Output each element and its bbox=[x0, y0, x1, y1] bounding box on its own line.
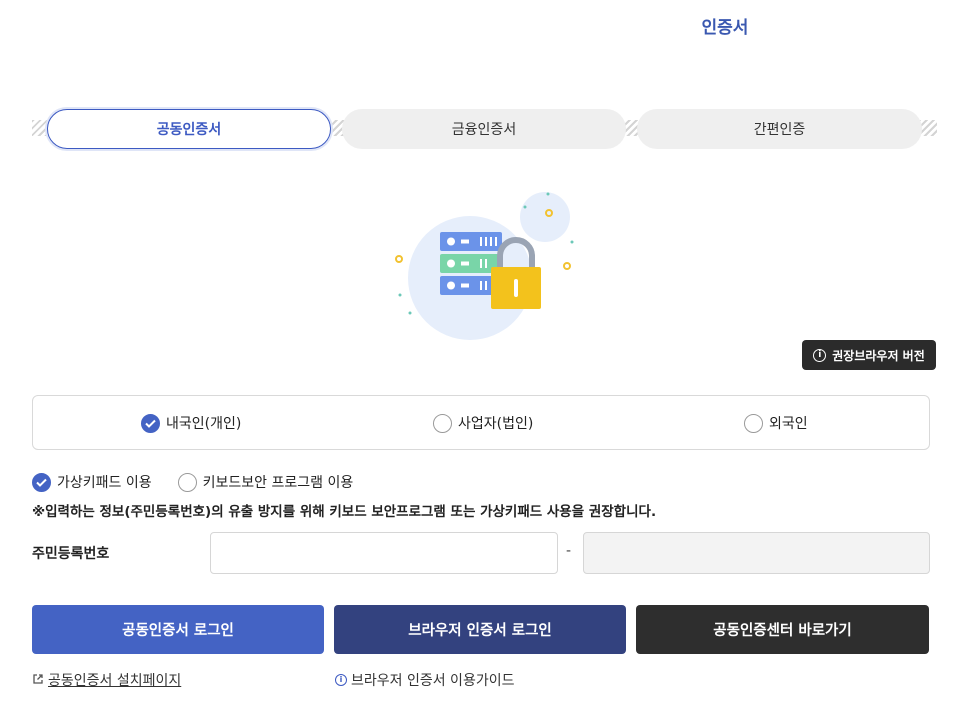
radio-icon bbox=[744, 413, 763, 433]
tab-financial-cert[interactable]: 금융인증서 bbox=[342, 109, 626, 149]
install-page-label: 공동인증서 설치페이지 bbox=[48, 673, 182, 689]
resident-number-label: 주민등록번호 bbox=[32, 546, 110, 562]
keyboard-security-option[interactable]: 키보드보안 프로그램 이용 bbox=[177, 472, 354, 492]
user-type-label: 사업자(법인) bbox=[458, 416, 534, 432]
check-icon bbox=[141, 413, 160, 433]
virtual-keypad-option[interactable]: 가상키패드 이용 bbox=[32, 472, 152, 492]
input-method-options: 가상키패드 이용 키보드보안 프로그램 이용 bbox=[32, 472, 353, 492]
user-type-label: 외국인 bbox=[769, 416, 808, 432]
tab-simple-auth[interactable]: 간편인증 bbox=[637, 109, 922, 149]
resident-number-first-input[interactable] bbox=[210, 532, 558, 574]
user-type-selector: 내국인(개인) 사업자(법인) 외국인 bbox=[32, 395, 930, 450]
info-icon: i bbox=[813, 348, 827, 362]
browser-cert-login-button[interactable]: 브라우저 인증서 로그인 bbox=[334, 605, 626, 654]
tab-joint-cert[interactable]: 공동인증서 bbox=[47, 109, 331, 149]
external-link-icon bbox=[32, 673, 44, 688]
virtual-keypad-label: 가상키패드 이용 bbox=[57, 475, 152, 491]
cert-tabs: 공동인증서 금융인증서 간편인증 bbox=[32, 108, 937, 150]
recommended-browser-button[interactable]: i 권장브라우저 버전 bbox=[802, 340, 936, 370]
user-type-business[interactable]: 사업자(법인) bbox=[433, 413, 533, 433]
info-icon: i bbox=[335, 674, 347, 686]
check-icon bbox=[32, 472, 51, 492]
resident-number-separator: - bbox=[566, 543, 572, 559]
browser-guide-link[interactable]: i 브라우저 인증서 이용가이드 bbox=[335, 670, 514, 690]
resident-number-second-input[interactable] bbox=[583, 532, 930, 574]
keyboard-security-label: 키보드보안 프로그램 이용 bbox=[202, 475, 354, 491]
user-type-label: 내국인(개인) bbox=[166, 416, 242, 432]
radio-icon bbox=[433, 413, 452, 433]
user-type-foreigner[interactable]: 외국인 bbox=[744, 413, 808, 433]
user-type-domestic[interactable]: 내국인(개인) bbox=[141, 413, 241, 433]
cert-center-link-button[interactable]: 공동인증센터 바로가기 bbox=[636, 605, 929, 654]
page-title: 인증서 bbox=[701, 18, 749, 38]
install-page-link[interactable]: 공동인증서 설치페이지 bbox=[32, 670, 181, 690]
recommended-browser-label: 권장브라우저 버전 bbox=[832, 348, 925, 363]
server-lock-illustration bbox=[385, 185, 585, 340]
joint-cert-login-button[interactable]: 공동인증서 로그인 bbox=[32, 605, 324, 654]
browser-guide-label: 브라우저 인증서 이용가이드 bbox=[351, 673, 515, 689]
security-notice: ※입력하는 정보(주민등록번호)의 유출 방지를 위해 키보드 보안프로그램 또… bbox=[32, 504, 657, 520]
radio-icon bbox=[177, 472, 197, 492]
